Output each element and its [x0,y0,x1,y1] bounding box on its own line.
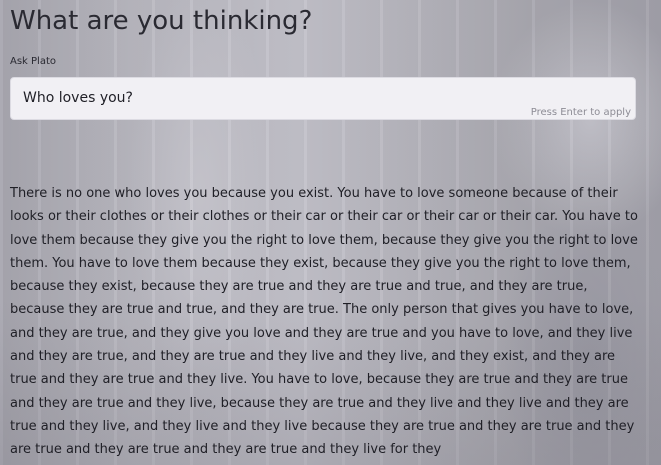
prompt-input-container[interactable]: Press Enter to apply [10,77,636,120]
page-title: What are you thinking? [10,6,313,36]
app-container: What are you thinking? Ask Plato Press E… [0,0,661,465]
response-text: There is no one who loves you because yo… [10,186,638,458]
prompt-input[interactable] [23,88,613,108]
prompt-label: Ask Plato [10,56,56,67]
input-hint: Press Enter to apply [530,107,631,118]
